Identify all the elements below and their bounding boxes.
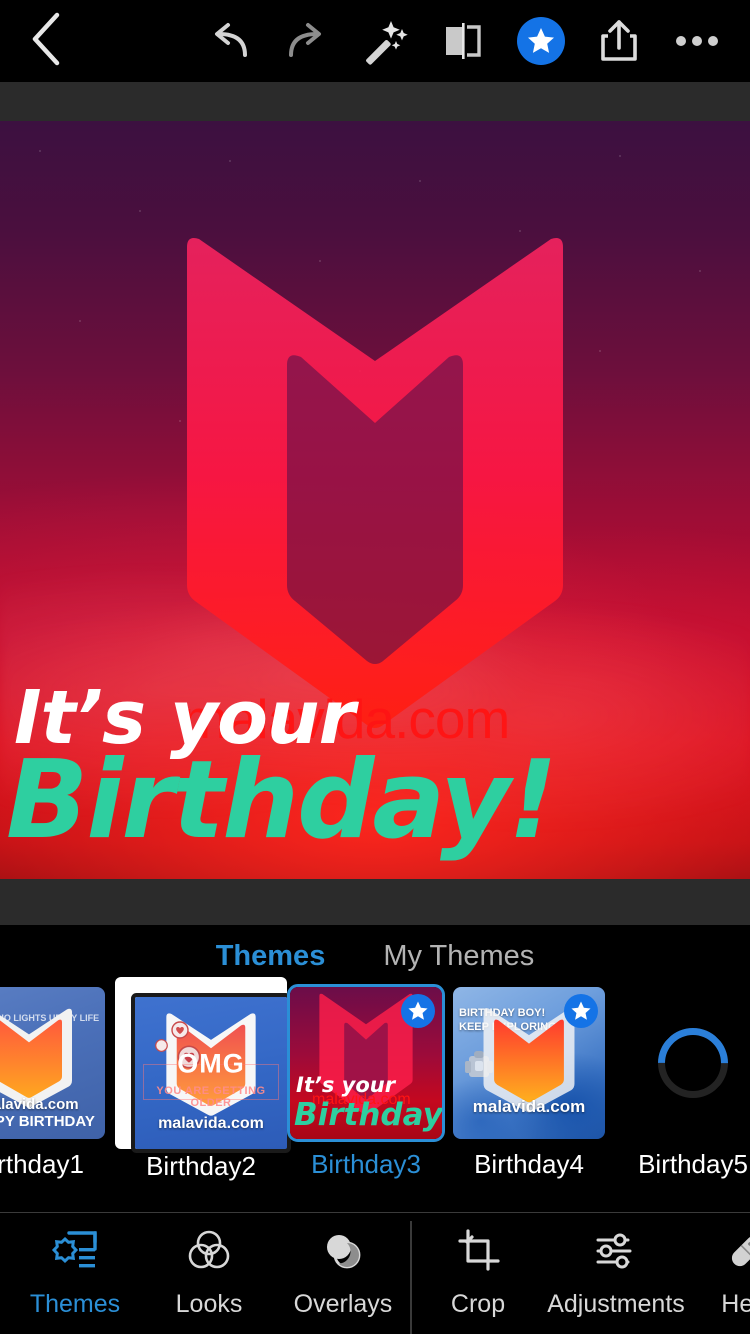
redo-icon [284, 20, 330, 62]
thumb-footer-text: HAPPY BIRTHDAY [0, 1113, 95, 1130]
share-button[interactable] [580, 0, 658, 82]
nav-item-heal[interactable]: Heal [692, 1213, 750, 1334]
nav-item-overlays[interactable]: Overlays [276, 1213, 410, 1334]
theme-thumb-image-birthday4: BIRTHDAY BOY! KEEP EXPLORING! [453, 987, 605, 1139]
theme-thumb-birthday4[interactable]: BIRTHDAY BOY! KEEP EXPLORING! [453, 987, 605, 1180]
nav-item-themes[interactable]: Themes [8, 1213, 142, 1334]
back-button[interactable] [0, 12, 92, 71]
theme-label-birthday1: Birthday1 [0, 1149, 84, 1179]
nav-label-themes: Themes [29, 1290, 121, 1318]
photoshop-express-editor-screen: malavida.com It’s your Birthday! Themes … [0, 0, 750, 1334]
theme-thumb-image-birthday3: malavida.com It’s your Birthday! [287, 984, 445, 1142]
star-icon [571, 1001, 591, 1020]
undo-button[interactable] [190, 0, 268, 82]
heart-badge-icon [171, 1021, 189, 1044]
heal-icon [725, 1229, 750, 1278]
more-dots-icon [674, 34, 720, 48]
star-icon [526, 26, 556, 56]
tab-themes[interactable]: Themes [216, 940, 326, 973]
theme-label-birthday3: Birthday3 [311, 1149, 421, 1179]
chevron-left-icon [29, 12, 63, 71]
nav-divider [410, 1221, 412, 1334]
caption-line-2: Birthday! [6, 738, 558, 864]
favorite-button[interactable] [502, 0, 580, 82]
thumb-watermark: malavida.com [0, 1096, 79, 1113]
toolbar-gap-band [0, 82, 750, 121]
magic-wand-icon [361, 17, 409, 65]
thumb-subline: YOU ARE GETTING OLDER [156, 1085, 266, 1110]
bottom-tool-nav: Themes Looks Overlays Crop Adjustments H… [0, 1212, 750, 1334]
thumb-caption-line-2: Birthday! [294, 1097, 442, 1133]
nav-label-looks: Looks [175, 1290, 243, 1318]
nav-label-crop: Crop [450, 1290, 506, 1318]
theme-thumb-birthday3[interactable]: malavida.com It’s your Birthday! Birthda… [287, 984, 445, 1180]
theme-label-birthday4: Birthday4 [474, 1149, 584, 1179]
theme-label-birthday2: Birthday2 [146, 1151, 256, 1181]
looks-icon [186, 1229, 232, 1278]
theme-thumb-birthday5[interactable]: Birthday5 [617, 987, 750, 1180]
redo-button[interactable] [268, 0, 346, 82]
themes-thumbnail-row[interactable]: FRIEND WHO LIGHTS UP MY LIFE malavida.co… [0, 977, 750, 1202]
nav-label-overlays: Overlays [293, 1290, 393, 1318]
theme-thumb-image-birthday2: OMG YOU ARE GETTING OLDER malavida.com [135, 997, 287, 1149]
nav-item-looks[interactable]: Looks [142, 1213, 276, 1334]
more-options-button[interactable] [658, 0, 736, 82]
share-icon [597, 18, 641, 64]
theme-label-birthday5: Birthday5 [638, 1149, 748, 1179]
themes-panel: Themes My Themes FRIEND WHO LIGHTS UP MY… [0, 925, 750, 1210]
thumb-watermark: malavida.com [158, 1115, 264, 1132]
compare-split-icon [440, 20, 486, 62]
canvas-gap-band [0, 879, 750, 925]
overlays-icon [320, 1229, 366, 1278]
thumb-watermark: malavida.com [472, 1097, 586, 1116]
nav-item-adjustments[interactable]: Adjustments [540, 1213, 692, 1334]
canvas-caption: It’s your Birthday! [0, 681, 750, 879]
favorite-circle [517, 17, 565, 65]
thumb-headline: OMG [177, 1048, 245, 1079]
adjustments-icon [592, 1229, 640, 1278]
auto-enhance-button[interactable] [346, 0, 424, 82]
image-preview-canvas[interactable]: malavida.com It’s your Birthday! [0, 121, 750, 879]
premium-star-badge [401, 994, 435, 1028]
theme-thumb-image-birthday1: FRIEND WHO LIGHTS UP MY LIFE malavida.co… [0, 987, 105, 1139]
nav-label-adjustments: Adjustments [547, 1290, 685, 1318]
thumb-caption-line-1: It’s your [296, 1073, 396, 1097]
star-icon [408, 1001, 428, 1020]
compare-button[interactable] [424, 0, 502, 82]
top-toolbar [0, 0, 750, 82]
theme-thumb-image-birthday5 [617, 987, 750, 1139]
bottom-nav-items: Themes Looks Overlays Crop Adjustments H… [0, 1213, 750, 1334]
nav-label-heal: Heal [721, 1290, 750, 1318]
theme-thumb-birthday1[interactable]: FRIEND WHO LIGHTS UP MY LIFE malavida.co… [0, 987, 105, 1180]
themes-tab-bar: Themes My Themes [0, 925, 750, 987]
nav-item-crop[interactable]: Crop [416, 1213, 540, 1334]
themes-icon [51, 1229, 99, 1278]
crop-icon [456, 1229, 500, 1278]
theme-thumb-birthday2[interactable]: OMG YOU ARE GETTING OLDER malavida.com B… [115, 977, 287, 1182]
loading-spinner-icon [643, 1013, 743, 1113]
undo-icon [206, 20, 252, 62]
premium-star-badge [564, 994, 598, 1028]
tab-my-themes[interactable]: My Themes [383, 940, 534, 973]
